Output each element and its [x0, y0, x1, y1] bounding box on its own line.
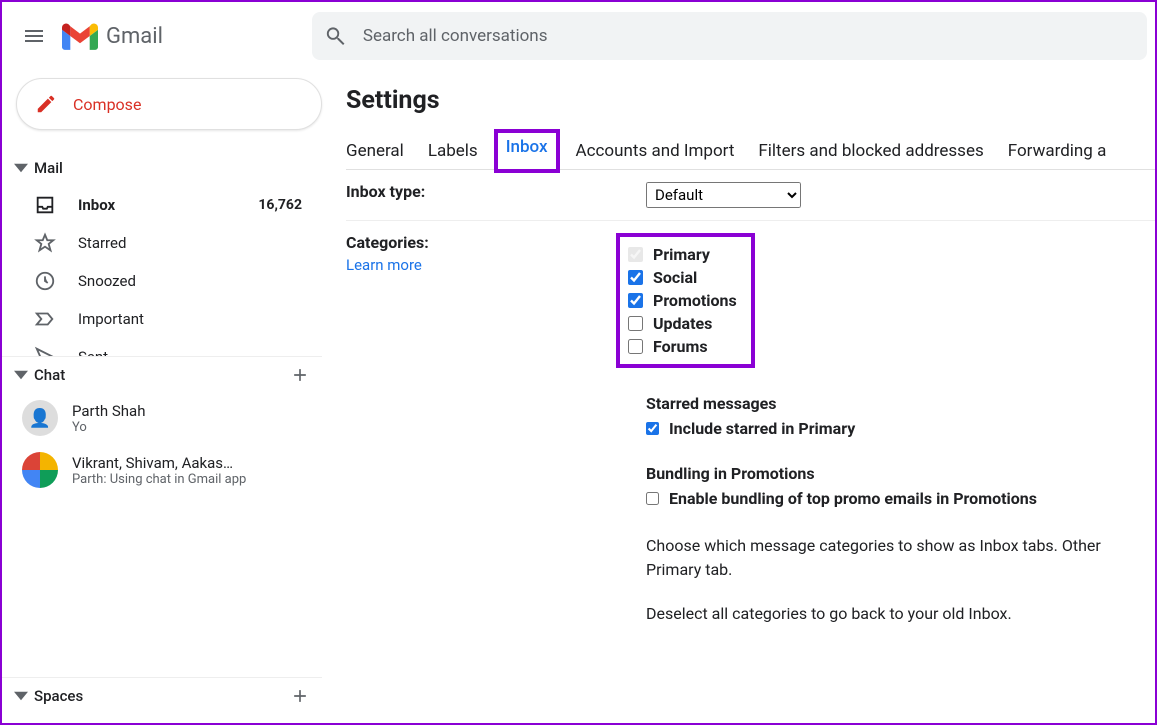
- inbox-type-select[interactable]: Default: [646, 182, 801, 208]
- group-avatar-icon: [22, 452, 58, 488]
- category-forums[interactable]: Forums: [628, 335, 737, 358]
- category-updates[interactable]: Updates: [628, 312, 737, 335]
- checkbox-primary[interactable]: [628, 247, 643, 262]
- checkbox-include-starred[interactable]: [646, 422, 659, 435]
- search-bar[interactable]: [312, 12, 1147, 60]
- tab-inbox[interactable]: Inbox: [494, 129, 560, 173]
- nav-snoozed[interactable]: Snoozed: [2, 262, 322, 300]
- main-menu-button[interactable]: [10, 12, 58, 60]
- checkbox-promotions[interactable]: [628, 293, 643, 308]
- send-icon: [34, 346, 56, 356]
- gmail-logo[interactable]: Gmail: [62, 22, 242, 50]
- new-space-button[interactable]: [290, 686, 310, 706]
- category-promotions[interactable]: Promotions: [628, 289, 737, 312]
- inbox-icon: [34, 194, 56, 216]
- avatar-icon: 👤: [22, 400, 58, 436]
- tab-general[interactable]: General: [346, 133, 404, 169]
- caret-down-icon: [14, 689, 28, 703]
- chat-item-1[interactable]: Vikrant, Shivam, Aakas… Parth: Using cha…: [2, 444, 322, 496]
- compose-button[interactable]: Compose: [16, 78, 322, 130]
- mail-section-header[interactable]: Mail: [2, 150, 322, 186]
- categories-label: Categories:: [346, 233, 429, 252]
- nav-sent[interactable]: Sent: [2, 338, 322, 356]
- gmail-logo-icon: [62, 22, 98, 50]
- nav-important[interactable]: Important: [2, 300, 322, 338]
- hamburger-icon: [22, 24, 46, 48]
- nav-starred[interactable]: Starred: [2, 224, 322, 262]
- star-icon: [34, 232, 56, 254]
- gmail-logo-text: Gmail: [106, 24, 163, 49]
- chat-item-0[interactable]: 👤 Parth Shah Yo: [2, 392, 322, 444]
- clock-icon: [34, 270, 56, 292]
- pencil-icon: [35, 93, 57, 115]
- categories-description: Choose which message categories to show …: [646, 534, 1155, 626]
- tab-filters[interactable]: Filters and blocked addresses: [758, 133, 983, 169]
- caret-down-icon: [14, 161, 28, 175]
- include-starred-row[interactable]: Include starred in Primary: [646, 419, 1155, 438]
- nav-inbox[interactable]: Inbox 16,762: [2, 186, 322, 224]
- checkbox-updates[interactable]: [628, 316, 643, 331]
- checkbox-social[interactable]: [628, 270, 643, 285]
- checkbox-forums[interactable]: [628, 339, 643, 354]
- spaces-section-header[interactable]: Spaces: [2, 677, 322, 713]
- chat-section-header[interactable]: Chat: [2, 356, 322, 392]
- tab-accounts[interactable]: Accounts and Import: [576, 133, 735, 169]
- search-icon: [324, 24, 347, 48]
- bundling-title: Bundling in Promotions: [646, 464, 1155, 483]
- learn-more-link[interactable]: Learn more: [346, 256, 646, 274]
- page-title: Settings: [346, 86, 1155, 115]
- categories-highlight-box: Primary Social Promotions Updates Forums: [616, 233, 755, 368]
- starred-messages-title: Starred messages: [646, 394, 1155, 413]
- inbox-type-label: Inbox type:: [346, 182, 646, 208]
- inbox-count: 16,762: [258, 197, 302, 213]
- important-icon: [34, 308, 56, 330]
- bundling-row[interactable]: Enable bundling of top promo emails in P…: [646, 489, 1155, 508]
- caret-down-icon: [14, 368, 28, 382]
- checkbox-bundling[interactable]: [646, 492, 659, 505]
- category-social[interactable]: Social: [628, 266, 737, 289]
- new-chat-button[interactable]: [290, 365, 310, 385]
- tab-labels[interactable]: Labels: [428, 133, 478, 169]
- search-input[interactable]: [363, 26, 1135, 46]
- tab-forwarding[interactable]: Forwarding a: [1008, 133, 1107, 169]
- compose-label: Compose: [73, 95, 141, 114]
- category-primary[interactable]: Primary: [628, 243, 737, 266]
- settings-tabs: General Labels Inbox Accounts and Import…: [346, 133, 1155, 170]
